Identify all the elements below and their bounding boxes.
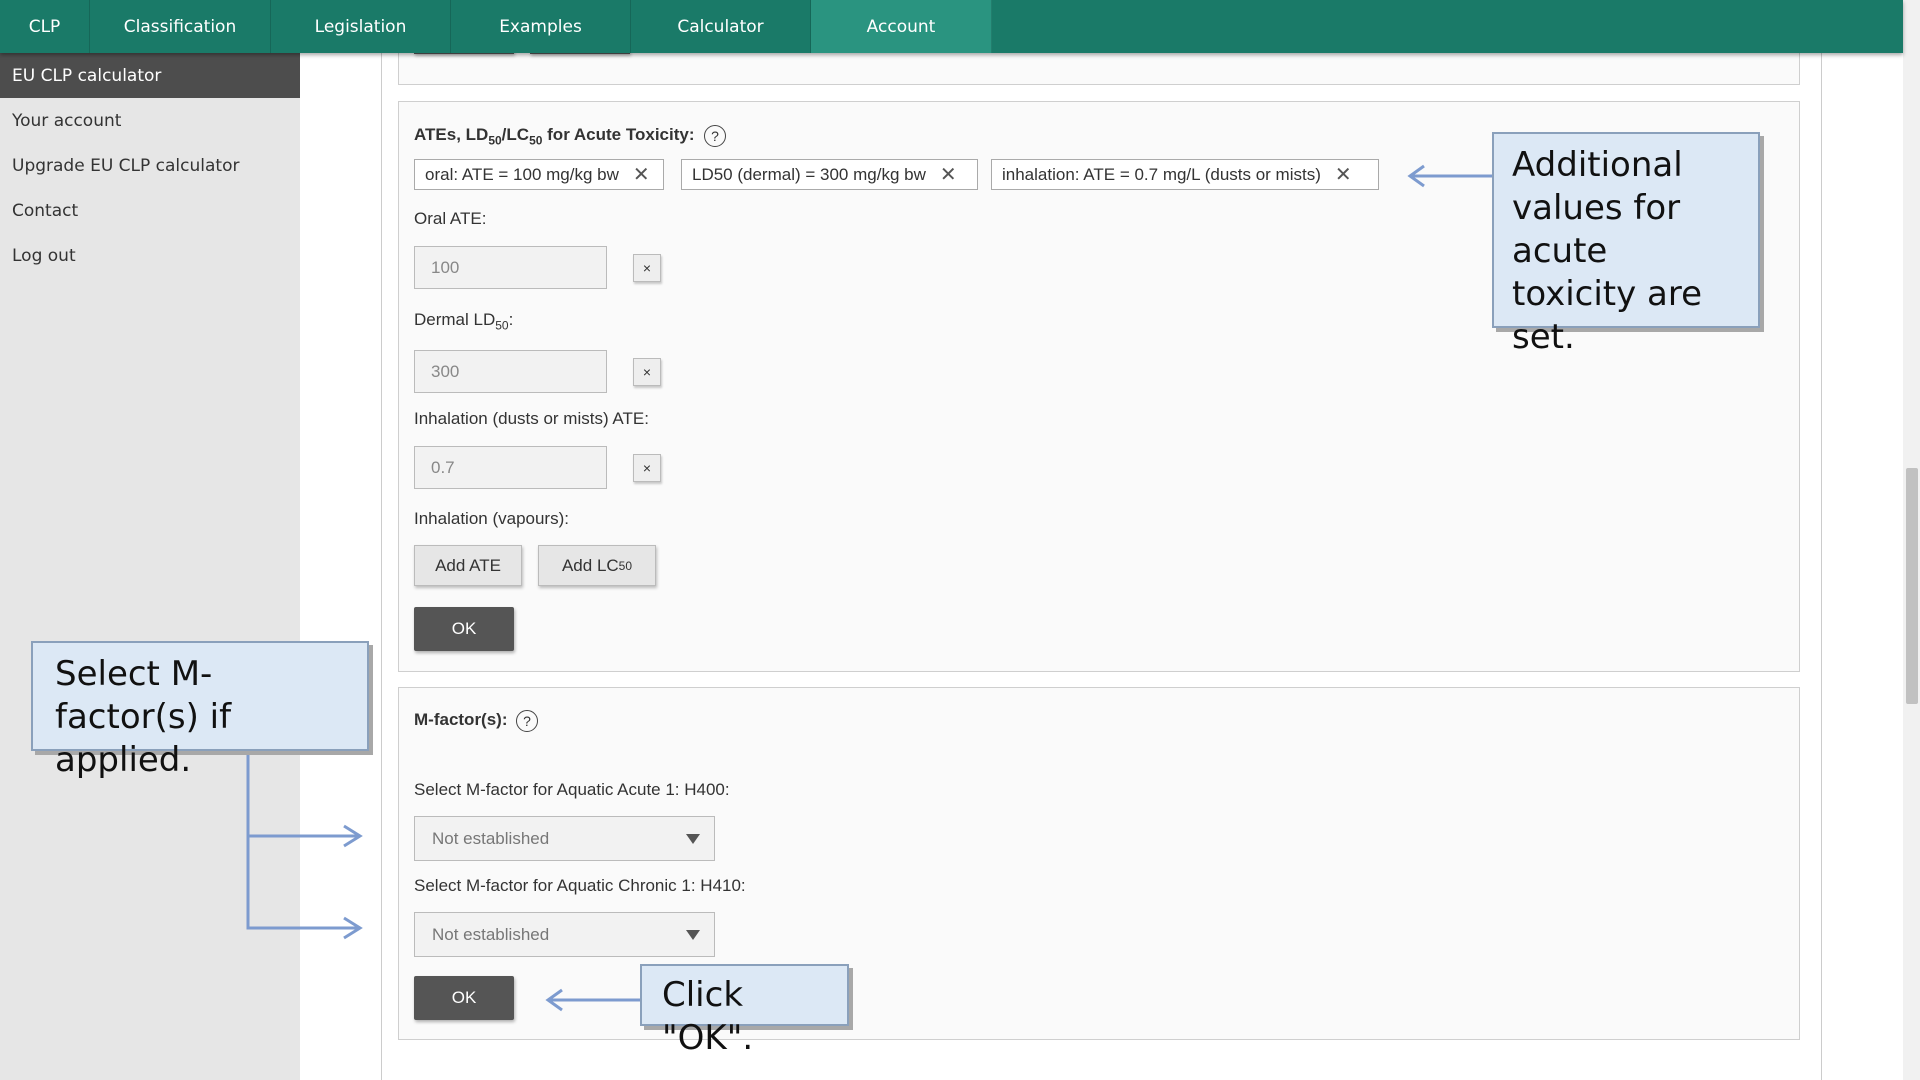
sidebar-item-your-account[interactable]: Your account <box>0 98 300 143</box>
chevron-down-icon <box>686 834 700 844</box>
clear-inhalation-button[interactable]: × <box>633 454 661 482</box>
value-tag-dermal: LD50 (dermal) = 300 mg/kg bw ✕ <box>681 159 978 190</box>
sidebar-item-upgrade[interactable]: Upgrade EU CLP calculator <box>0 143 300 188</box>
remove-tag-icon[interactable]: ✕ <box>633 162 650 187</box>
tag-label: inhalation: ATE = 0.7 mg/L (dusts or mis… <box>1002 164 1321 184</box>
m-factor-chronic-label: Select M-factor for Aquatic Chronic 1: H… <box>414 876 746 895</box>
arrowhead <box>343 824 363 848</box>
m-factor-ok-button[interactable]: OK <box>414 976 514 1020</box>
inhalation-dusts-input[interactable]: 0.7 <box>414 446 607 489</box>
oral-ate-label: Oral ATE: <box>414 209 487 228</box>
m-factor-chronic-select[interactable]: Not established <box>414 912 715 957</box>
inhalation-vapours-label: Inhalation (vapours): <box>414 509 569 528</box>
value-tag-oral: oral: ATE = 100 mg/kg bw ✕ <box>414 159 664 190</box>
oral-ate-input[interactable]: 100 <box>414 246 607 289</box>
add-lc50-button[interactable]: Add LC 50 <box>538 545 656 586</box>
m-factor-acute-label: Select M-factor for Aquatic Acute 1: H40… <box>414 780 730 799</box>
clear-dermal-button[interactable]: × <box>633 358 661 386</box>
scrollbar-thumb[interactable] <box>1906 468 1918 704</box>
arrowhead <box>343 916 363 940</box>
tag-label: LD50 (dermal) = 300 mg/kg bw <box>692 164 926 184</box>
acute-ok-button[interactable]: OK <box>414 607 514 651</box>
remove-tag-icon[interactable]: ✕ <box>1335 162 1352 187</box>
clear-oral-button[interactable]: × <box>633 254 661 282</box>
acute-help-icon[interactable]: ? <box>704 125 726 147</box>
remove-tag-icon[interactable]: ✕ <box>940 162 957 187</box>
m-factor-help-icon[interactable]: ? <box>516 710 538 732</box>
callout-acute-values: Additional values for acute toxicity are… <box>1492 132 1760 357</box>
selected-value: Not established <box>432 828 550 848</box>
tab-classification[interactable]: Classification <box>90 0 271 53</box>
sidebar-item-log-out[interactable]: Log out <box>0 233 300 278</box>
sidebar: EU CLP calculator Your account Upgrade E… <box>0 53 300 1080</box>
callout-click-ok: Click "OK". <box>640 964 849 1058</box>
add-ate-button[interactable]: Add ATE <box>414 545 522 586</box>
callout-m-factor: Select M-factor(s) if applied. <box>31 641 369 780</box>
dermal-ld50-input[interactable]: 300 <box>414 350 607 393</box>
value-tag-inhalation: inhalation: ATE = 0.7 mg/L (dusts or mis… <box>991 159 1379 190</box>
selected-value: Not established <box>432 924 550 944</box>
top-navigation: CLP Classification Legislation Examples … <box>0 0 1903 53</box>
tab-legislation[interactable]: Legislation <box>271 0 451 53</box>
tab-examples[interactable]: Examples <box>451 0 631 53</box>
tab-account[interactable]: Account <box>811 0 992 53</box>
acute-toxicity-title: ATEs, LD50/LC50 for Acute Toxicity: <box>414 125 695 148</box>
tab-calculator[interactable]: Calculator <box>631 0 811 53</box>
tab-clp[interactable]: CLP <box>0 0 90 53</box>
sidebar-item-contact[interactable]: Contact <box>0 188 300 233</box>
m-factor-title: M-factor(s): <box>414 710 508 729</box>
dermal-ld50-label: Dermal LD50: <box>414 310 514 333</box>
inhalation-dusts-label: Inhalation (dusts or mists) ATE: <box>414 409 649 428</box>
m-factor-panel: M-factor(s): ? Select M-factor for Aquat… <box>398 687 1800 1040</box>
tag-label: oral: ATE = 100 mg/kg bw <box>425 164 619 184</box>
sidebar-item-eu-clp-calculator[interactable]: EU CLP calculator <box>0 53 300 98</box>
chevron-down-icon <box>686 930 700 940</box>
m-factor-acute-select[interactable]: Not established <box>414 816 715 861</box>
